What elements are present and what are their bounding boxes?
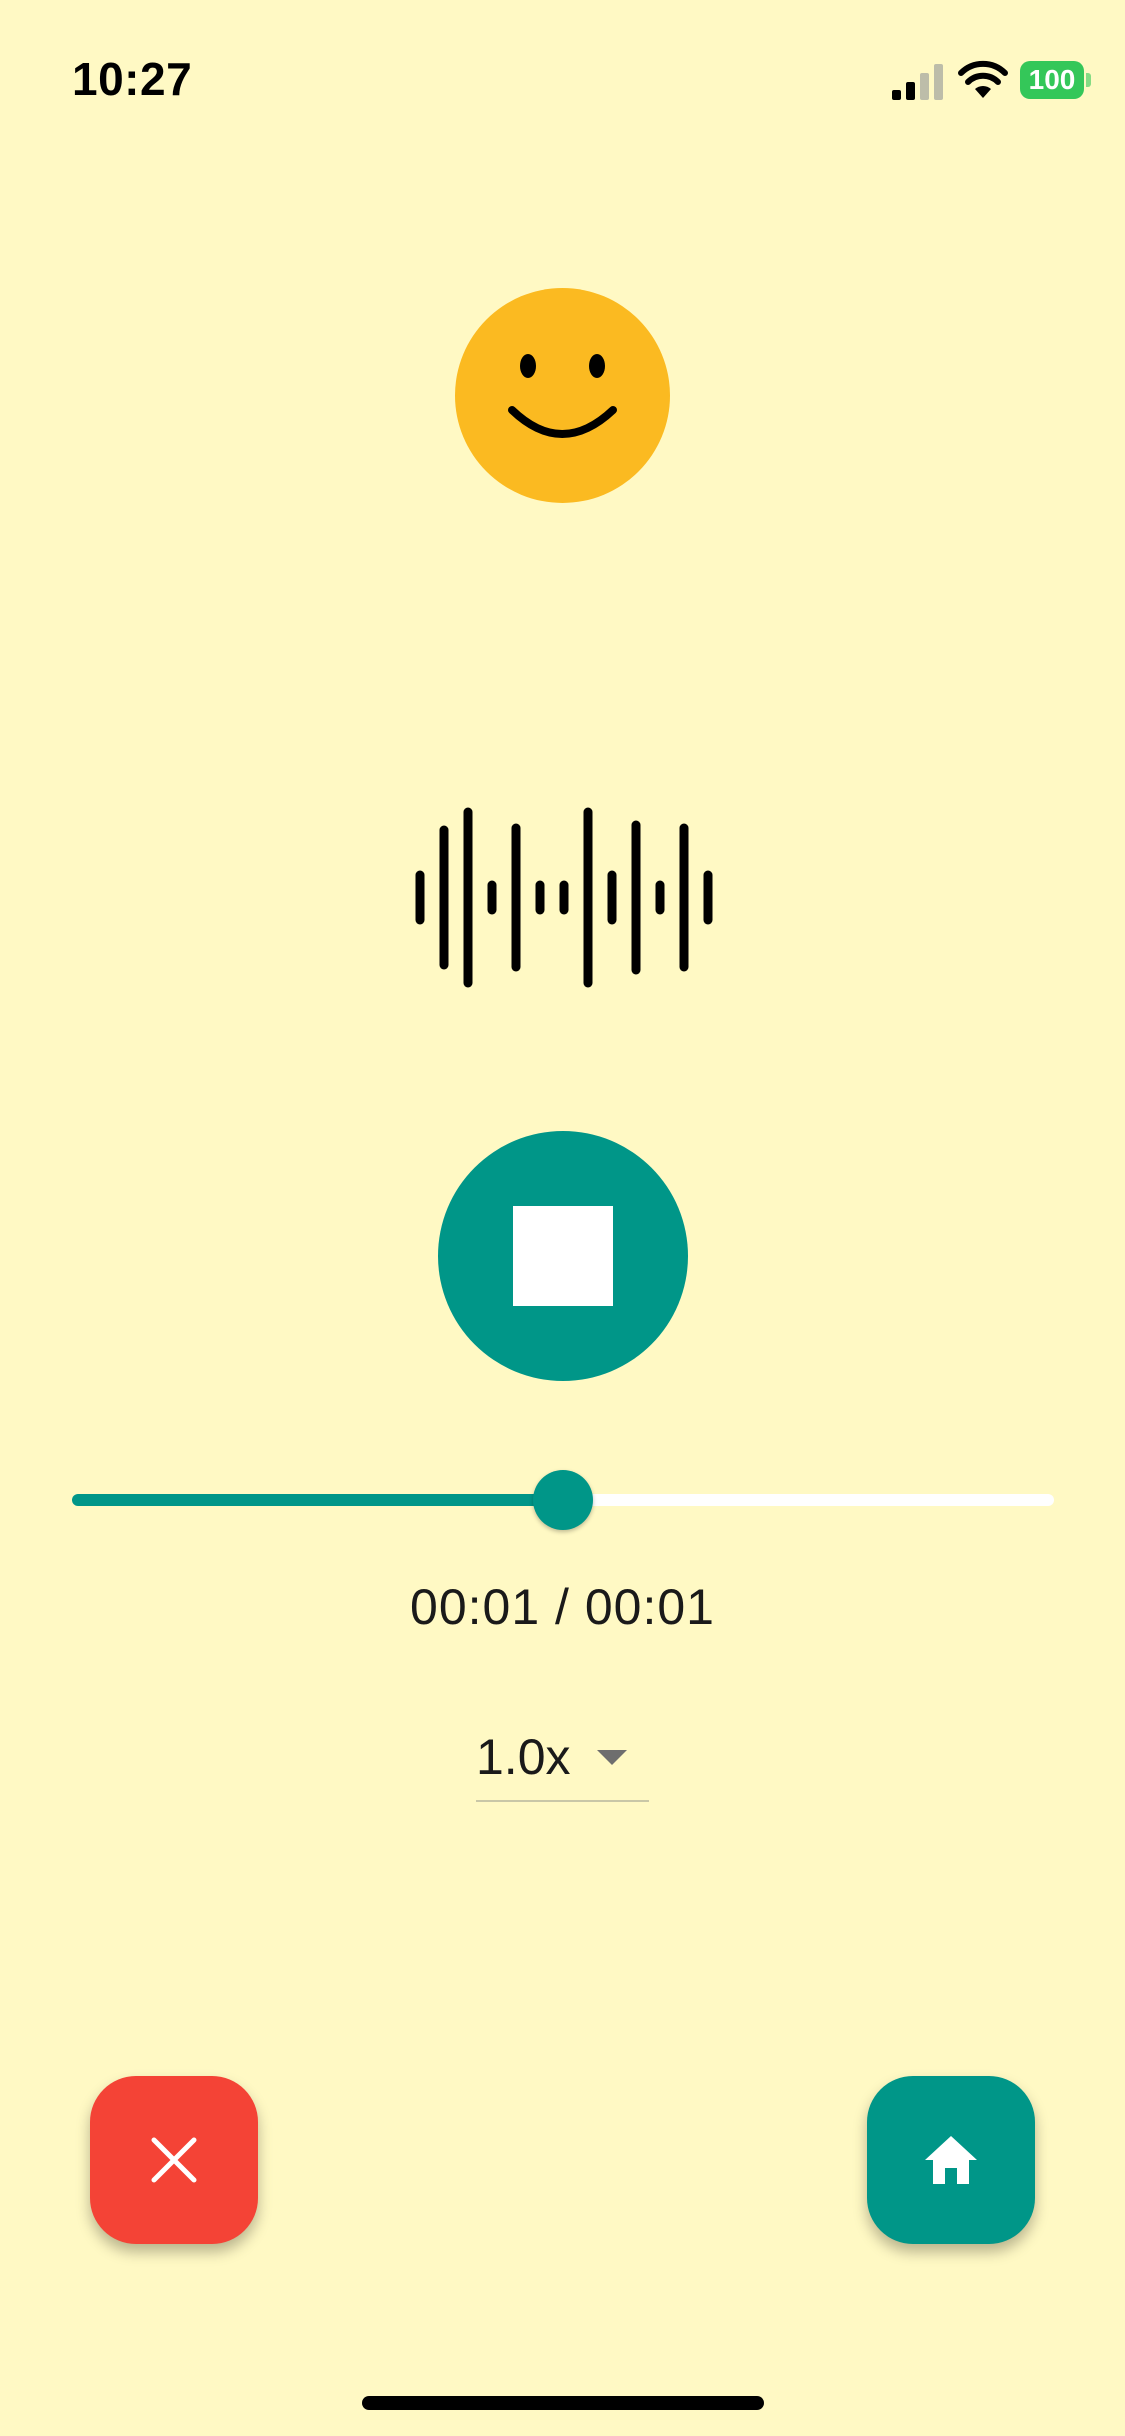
caret-down-icon <box>597 1750 627 1765</box>
status-bar: 10:27 100 <box>0 0 1125 150</box>
audio-waveform-icon <box>415 807 713 988</box>
progress-slider[interactable] <box>72 1465 1054 1535</box>
close-icon <box>151 2137 197 2183</box>
stop-button[interactable] <box>438 1131 688 1381</box>
time-readout: 00:01 / 00:01 <box>410 1579 715 1635</box>
home-icon <box>925 2136 977 2184</box>
slider-thumb[interactable] <box>533 1470 593 1530</box>
stop-icon <box>513 1206 613 1306</box>
battery-tip <box>1086 73 1091 87</box>
home-button[interactable] <box>867 2076 1035 2244</box>
home-indicator <box>362 2396 764 2410</box>
slider-fill <box>72 1494 563 1506</box>
close-button[interactable] <box>90 2076 258 2244</box>
playback-speed-dropdown[interactable]: 1.0x <box>476 1722 649 1802</box>
cellular-signal-icon <box>892 64 943 100</box>
smiling-face-icon <box>455 288 670 503</box>
battery-indicator: 100 <box>1020 61 1091 99</box>
wifi-icon <box>958 60 1008 98</box>
battery-level: 100 <box>1020 61 1084 99</box>
status-time: 10:27 <box>72 53 193 105</box>
playback-speed-value: 1.0x <box>476 1729 571 1785</box>
